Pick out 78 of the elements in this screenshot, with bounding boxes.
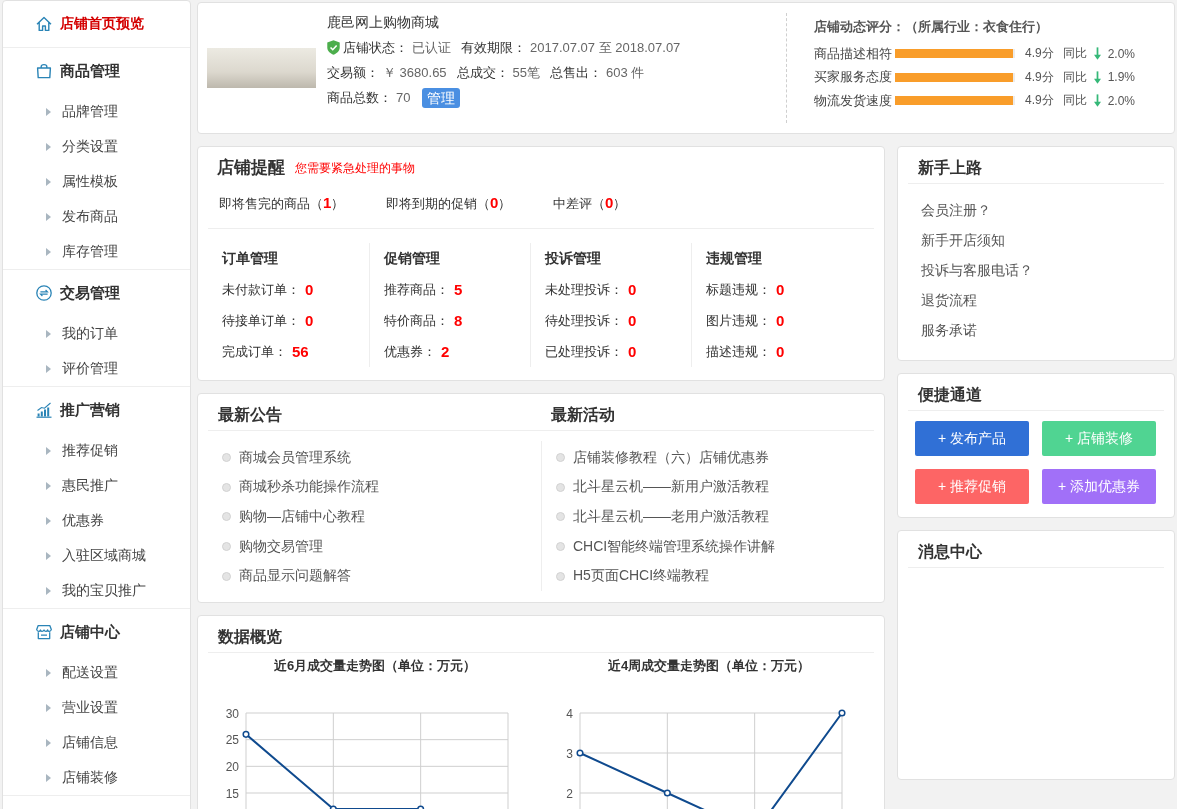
compare-label: 同比: [1062, 92, 1087, 110]
rating-score: 4.9分: [1025, 92, 1054, 110]
group-title: 促销管理: [384, 249, 440, 268]
change-value: 2.0%: [1107, 46, 1136, 61]
stat-label: 优惠券：: [384, 342, 436, 361]
card-title: 消息中心: [918, 543, 982, 560]
group-title: 投诉管理: [545, 249, 601, 268]
info-value: 603 件: [606, 63, 645, 82]
rating-score: 4.9分: [1025, 68, 1054, 86]
info-label: 交易额：: [327, 63, 379, 82]
change-value: 2.0%: [1107, 93, 1136, 108]
rating-label: 买家服务态度: [814, 68, 893, 87]
reminder-item: 即将售完的商品（1）: [219, 195, 345, 211]
axis-tick-label: 30: [225, 706, 239, 721]
stat-value: 0: [776, 343, 785, 360]
stat-label: 未付款订单：: [222, 280, 300, 299]
chart-title: 近6月成交量走势图（单位：万元）: [273, 659, 477, 673]
axis-tick-label: 25: [225, 733, 239, 748]
sidebar-section-title: 交易管理: [60, 283, 120, 303]
axis-tick-label: 3: [566, 746, 573, 761]
rating-label: 商品描述相符: [814, 44, 893, 63]
rating-title: 店铺动态评分：（所属行业：衣食住行）: [814, 18, 1048, 36]
sidebar-section-title: 商品管理: [60, 61, 120, 81]
stat-label: 推荐商品：: [384, 280, 449, 299]
compare-label: 同比: [1062, 45, 1087, 63]
card-title: 店铺提醒: [217, 157, 285, 179]
info-value: 70: [396, 90, 411, 105]
info-value: 2017.07.07 至 2018.07.07: [530, 38, 681, 57]
stat-label: 未处理投诉：: [545, 280, 623, 299]
card-title: 便捷通道: [918, 386, 982, 403]
reminder-item: 中差评（0）: [553, 195, 627, 211]
card-title: 最新公告: [218, 406, 282, 423]
stat-label: 标题违规：: [706, 280, 771, 299]
stat-label: 特价商品：: [384, 311, 449, 330]
info-value: 已认证: [412, 38, 451, 57]
card-subtitle: 您需要紧急处理的事物: [295, 159, 415, 177]
stat-label: 待处理投诉：: [545, 311, 623, 330]
rating-label: 物流发货速度: [814, 91, 893, 110]
stat-value: 0: [628, 281, 637, 298]
reminder-item: 即将到期的促销（0）: [386, 195, 512, 211]
stat-label: 完成订单：: [222, 342, 287, 361]
stat-value: 2: [441, 343, 450, 360]
axis-tick-label: 2: [566, 786, 573, 801]
card-title: 最新活动: [551, 406, 615, 423]
change-value: 1.9%: [1107, 70, 1136, 85]
stat-value: 8: [454, 312, 463, 329]
stat-label: 已处理投诉：: [545, 342, 623, 361]
stat-value: 0: [305, 281, 314, 298]
stat-value: 0: [628, 312, 637, 329]
axis-tick-label: 20: [225, 759, 239, 774]
sidebar-section-title: 推广营销: [60, 400, 120, 420]
stat-label: 描述违规：: [706, 342, 771, 361]
axis-tick-label: 15: [225, 786, 239, 801]
chart-title: 近4周成交量走势图（单位：万元）: [607, 659, 811, 673]
stat-label: 待接单订单：: [222, 311, 300, 330]
info-label: 有效期限：: [461, 38, 526, 57]
stat-value: 0: [776, 312, 785, 329]
card-title: 数据概览: [218, 628, 282, 645]
info-label: 总售出：: [550, 63, 603, 82]
stat-value: 0: [776, 281, 785, 298]
info-label: 总成交：: [456, 63, 509, 82]
group-title: 违规管理: [706, 249, 762, 268]
stat-label: 图片违规：: [706, 311, 771, 330]
store-name: 鹿邑网上购物商城: [327, 13, 439, 32]
group-title: 订单管理: [222, 249, 278, 268]
card-title: 新手上路: [918, 159, 982, 176]
info-value: 55笔: [512, 63, 541, 82]
info-label: 商品总数：: [327, 88, 392, 107]
stat-value: 56: [292, 343, 309, 360]
rating-score: 4.9分: [1025, 45, 1054, 63]
info-value: ￥ 3680.65: [383, 63, 447, 82]
compare-label: 同比: [1062, 68, 1087, 86]
sidebar-section-title: 店铺中心: [60, 622, 120, 642]
info-label: 店铺状态：: [343, 38, 408, 57]
axis-tick-label: 4: [566, 706, 573, 721]
stat-value: 5: [454, 281, 463, 298]
stat-value: 0: [628, 343, 637, 360]
stat-value: 0: [305, 312, 314, 329]
